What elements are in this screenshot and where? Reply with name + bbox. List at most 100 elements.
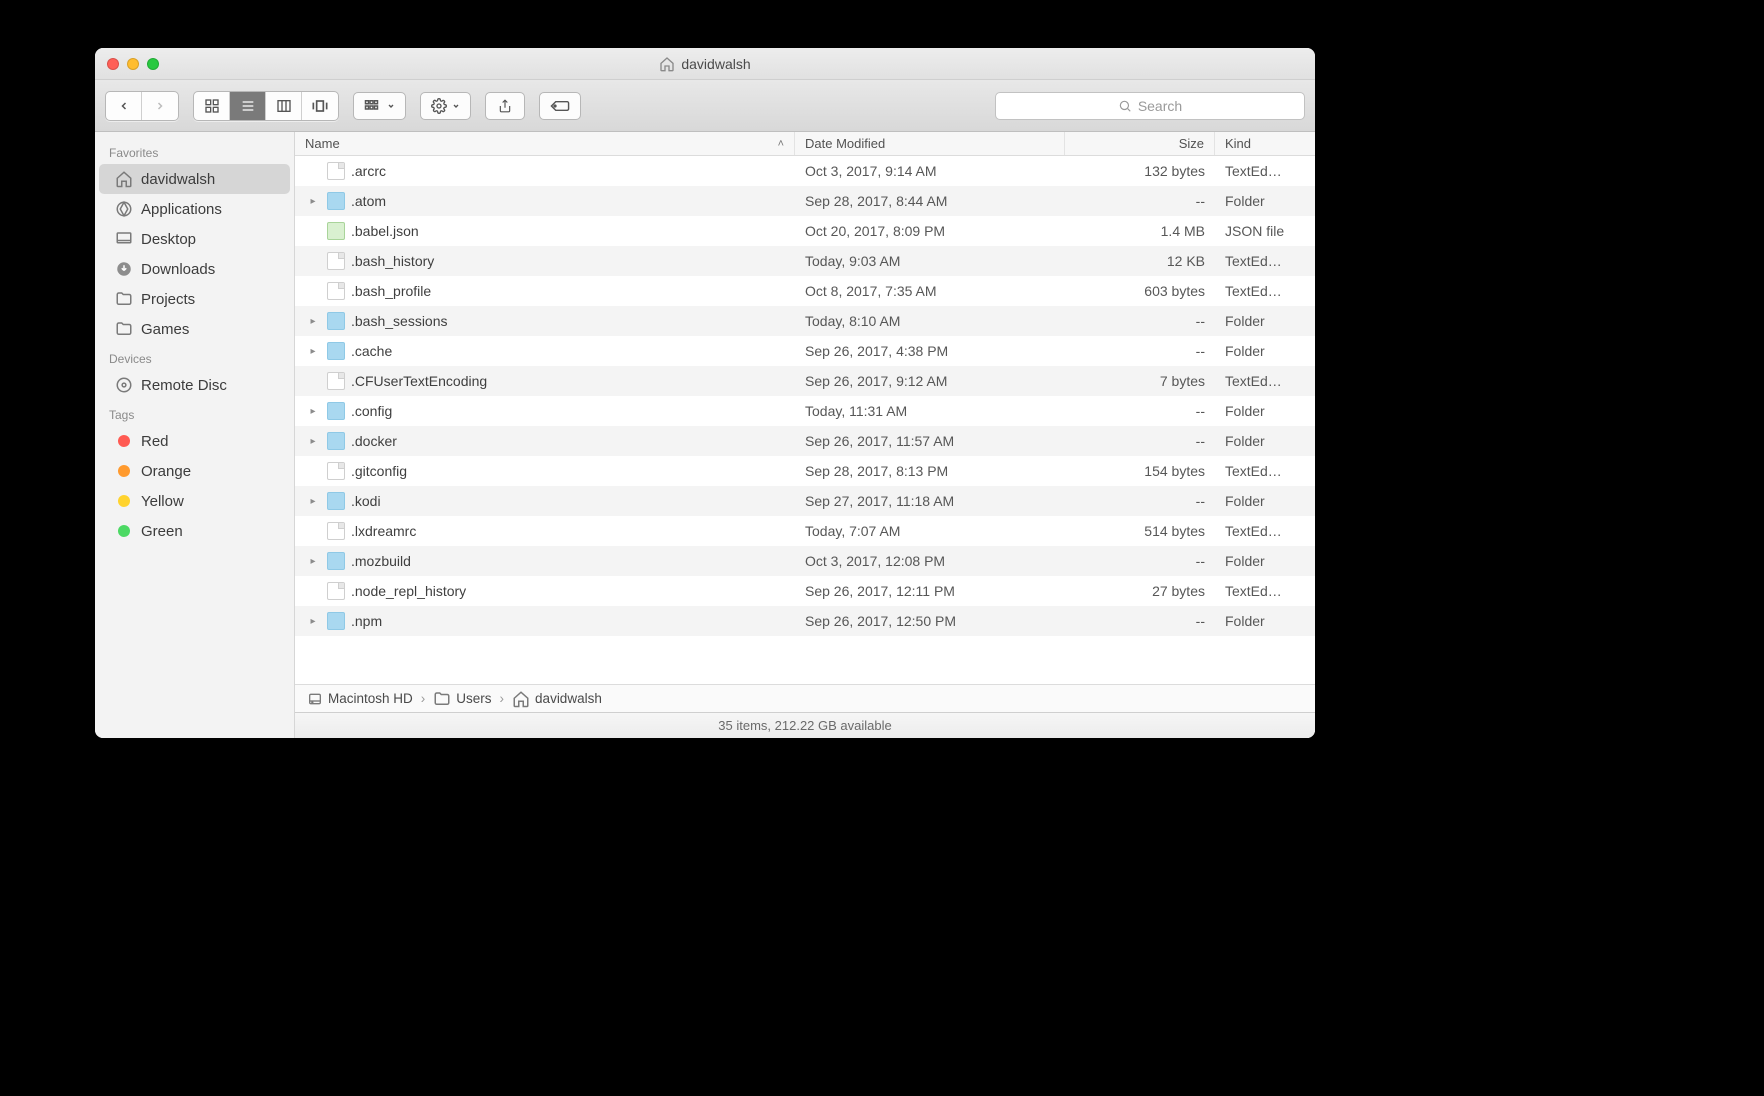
disclosure-triangle-icon[interactable]: ▸ [305,316,321,327]
file-row[interactable]: ▸.atomSep 28, 2017, 8:44 AM--Folder [295,186,1315,216]
back-button[interactable] [106,92,142,120]
titlebar[interactable]: davidwalsh [95,48,1315,80]
file-kind: TextEd… [1215,163,1315,179]
disclosure-triangle-icon[interactable]: ▸ [305,406,321,417]
disclosure-triangle-icon[interactable]: ▸ [305,436,321,447]
file-row[interactable]: ▸.mozbuildOct 3, 2017, 12:08 PM--Folder [295,546,1315,576]
disclosure-triangle-icon[interactable]: ▸ [305,496,321,507]
share-button[interactable] [485,92,525,120]
zoom-button[interactable] [147,58,159,70]
file-row[interactable]: ▸.bash_sessionsToday, 8:10 AM--Folder [295,306,1315,336]
path-segment[interactable]: Macintosh HD [307,691,413,707]
disclosure-triangle-icon[interactable]: ▸ [305,196,321,207]
file-date: Sep 26, 2017, 9:12 AM [795,373,1065,389]
gallery-view-button[interactable] [302,92,338,120]
file-size: -- [1065,433,1215,449]
sidebar-item-green[interactable]: Green [99,516,290,546]
path-segment[interactable]: Users [433,690,491,708]
column-header-name[interactable]: Name ˄ [295,132,795,155]
file-row[interactable]: ▸.kodiSep 27, 2017, 11:18 AM--Folder [295,486,1315,516]
file-size: 12 KB [1065,253,1215,269]
home-icon [659,56,675,72]
forward-button[interactable] [142,92,178,120]
tags-button[interactable] [539,92,581,120]
sidebar-item-applications[interactable]: Applications [99,194,290,224]
file-row[interactable]: .bash_profileOct 8, 2017, 7:35 AM603 byt… [295,276,1315,306]
file-kind: Folder [1215,433,1315,449]
file-size: -- [1065,403,1215,419]
file-row[interactable]: ▸.cacheSep 26, 2017, 4:38 PM--Folder [295,336,1315,366]
sidebar-item-red[interactable]: Red [99,426,290,456]
file-row[interactable]: .gitconfigSep 28, 2017, 8:13 PM154 bytes… [295,456,1315,486]
file-kind: Folder [1215,343,1315,359]
file-row[interactable]: .node_repl_historySep 26, 2017, 12:11 PM… [295,576,1315,606]
file-size: 27 bytes [1065,583,1215,599]
sidebar-item-label: Games [141,321,189,338]
file-name: .bash_sessions [351,313,448,329]
sidebar-item-games[interactable]: Games [99,314,290,344]
list-view-button[interactable] [230,92,266,120]
desktop-icon [115,230,133,248]
sidebar-item-downloads[interactable]: Downloads [99,254,290,284]
file-size: 1.4 MB [1065,223,1215,239]
file-row[interactable]: .arcrcOct 3, 2017, 9:14 AM132 bytesTextE… [295,156,1315,186]
sidebar: FavoritesdavidwalshApplicationsDesktopDo… [95,132,295,738]
file-size: -- [1065,193,1215,209]
column-header-date[interactable]: Date Modified [795,132,1065,155]
path-segment[interactable]: davidwalsh [512,690,602,708]
file-kind: TextEd… [1215,283,1315,299]
sidebar-item-orange[interactable]: Orange [99,456,290,486]
file-row[interactable]: .bash_historyToday, 9:03 AM12 KBTextEd… [295,246,1315,276]
file-row[interactable]: .babel.jsonOct 20, 2017, 8:09 PM1.4 MBJS… [295,216,1315,246]
file-kind: TextEd… [1215,253,1315,269]
hdd-icon [307,691,323,707]
column-header-size[interactable]: Size [1065,132,1215,155]
list-icon [240,98,256,114]
disclosure-triangle-icon[interactable]: ▸ [305,556,321,567]
search-input[interactable]: Search [995,92,1305,120]
file-row[interactable]: ▸.npmSep 26, 2017, 12:50 PM--Folder [295,606,1315,636]
disclosure-triangle-icon[interactable]: ▸ [305,616,321,627]
file-row[interactable]: .lxdreamrcToday, 7:07 AM514 bytesTextEd… [295,516,1315,546]
file-kind: TextEd… [1215,583,1315,599]
minimize-button[interactable] [127,58,139,70]
home-icon [512,690,530,708]
file-name: .npm [351,613,382,629]
file-name: .config [351,403,392,419]
file-date: Today, 8:10 AM [795,313,1065,329]
folder-icon [433,690,451,708]
file-row[interactable]: .CFUserTextEncodingSep 26, 2017, 9:12 AM… [295,366,1315,396]
file-row[interactable]: ▸.dockerSep 26, 2017, 11:57 AM--Folder [295,426,1315,456]
disclosure-triangle-icon[interactable]: ▸ [305,346,321,357]
file-date: Today, 7:07 AM [795,523,1065,539]
column-view-button[interactable] [266,92,302,120]
file-size: 7 bytes [1065,373,1215,389]
share-icon [498,98,512,114]
file-size: -- [1065,493,1215,509]
folder-icon [327,342,345,360]
close-button[interactable] [107,58,119,70]
file-kind: Folder [1215,553,1315,569]
file-kind: TextEd… [1215,463,1315,479]
sidebar-item-remote-disc[interactable]: Remote Disc [99,370,290,400]
file-row[interactable]: ▸.configToday, 11:31 AM--Folder [295,396,1315,426]
action-button[interactable] [420,92,471,120]
sort-ascending-icon: ˄ [778,138,784,150]
icon-view-button[interactable] [194,92,230,120]
file-name: .arcrc [351,163,386,179]
file-name: .node_repl_history [351,583,466,599]
sidebar-heading: Favorites [95,138,294,164]
search-icon [1118,99,1132,113]
sidebar-item-projects[interactable]: Projects [99,284,290,314]
grid-icon [204,98,220,114]
sidebar-item-davidwalsh[interactable]: davidwalsh [99,164,290,194]
file-name: .babel.json [351,223,419,239]
file-name: .gitconfig [351,463,407,479]
column-header-kind[interactable]: Kind [1215,132,1315,155]
arrange-button[interactable] [353,92,406,120]
file-icon [327,282,345,300]
sidebar-item-yellow[interactable]: Yellow [99,486,290,516]
sidebar-item-desktop[interactable]: Desktop [99,224,290,254]
file-kind: JSON file [1215,223,1315,239]
file-name: .kodi [351,493,381,509]
